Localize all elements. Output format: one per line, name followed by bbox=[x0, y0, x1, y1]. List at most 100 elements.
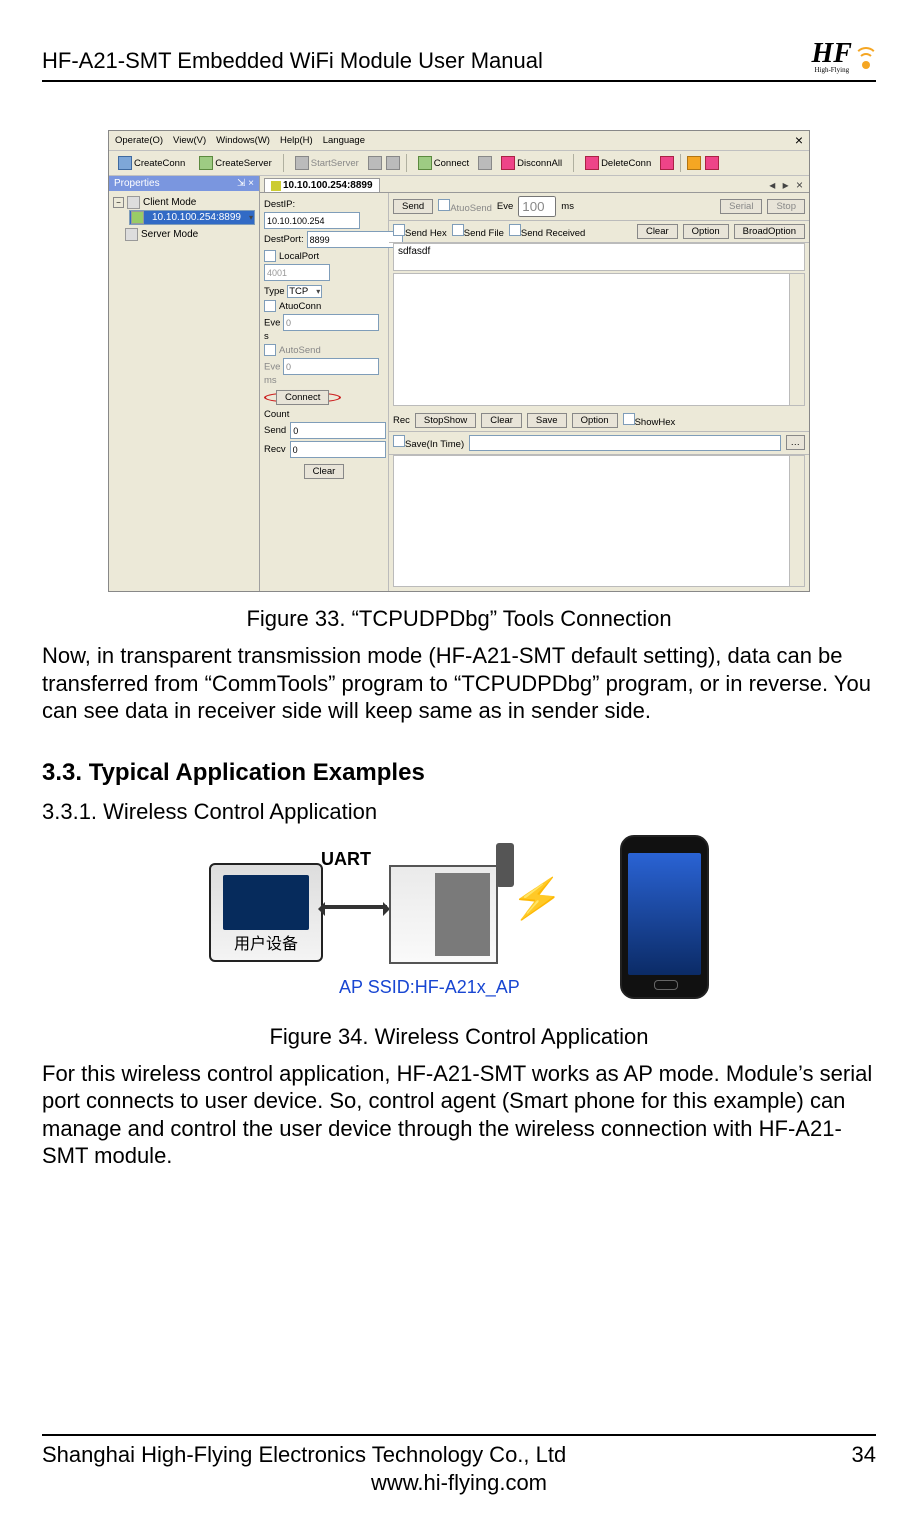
savepath-input[interactable] bbox=[469, 435, 780, 451]
startserver-button[interactable]: StartServer bbox=[290, 154, 364, 172]
section-heading: 3.3. Typical Application Examples bbox=[42, 759, 876, 787]
atuoconn-checkbox[interactable] bbox=[264, 300, 276, 312]
menu-operate[interactable]: Operate(O) bbox=[115, 135, 163, 146]
showhex-checkbox[interactable] bbox=[623, 413, 635, 425]
wifi-icon bbox=[854, 45, 876, 67]
localport-input bbox=[264, 264, 330, 281]
saveintime-checkbox[interactable] bbox=[393, 435, 405, 447]
autosend-checkbox bbox=[264, 344, 276, 356]
form-clear-button[interactable]: Clear bbox=[304, 464, 345, 479]
connect-highlight-icon: Connect bbox=[264, 392, 341, 402]
toolbar-icon[interactable] bbox=[687, 156, 701, 170]
send-option-button[interactable]: Option bbox=[683, 224, 729, 239]
tree-endpoint[interactable]: 10.10.100.254:8899 bbox=[129, 210, 255, 225]
sendhex-checkbox[interactable] bbox=[393, 224, 405, 236]
paragraph-1: Now, in transparent transmission mode (H… bbox=[42, 642, 876, 725]
autosend-label: AutoSend bbox=[279, 345, 321, 356]
send-clear-button[interactable]: Clear bbox=[637, 224, 678, 239]
rec-save-button[interactable]: Save bbox=[527, 413, 567, 428]
ssid-label: AP SSID:HF-A21x_AP bbox=[339, 977, 520, 998]
sendcount-input[interactable] bbox=[290, 422, 386, 439]
toolbar-icon[interactable] bbox=[478, 156, 492, 170]
recvcount-label: Recv bbox=[264, 444, 286, 455]
sendfile-label: Send File bbox=[464, 228, 504, 239]
eve-label: Eve bbox=[264, 318, 280, 329]
figure33-caption: Figure 33. “TCPUDPDbg” Tools Connection bbox=[42, 606, 876, 632]
sendhex-label: Send Hex bbox=[405, 228, 447, 239]
saveintime-label: Save(In Time) bbox=[405, 439, 464, 450]
destport-label: DestPort: bbox=[264, 234, 304, 245]
tab-controls[interactable]: ◂ ▸ × bbox=[769, 178, 805, 192]
send-toolbar-2: Send Hex Send File Send Received Clear O… bbox=[389, 221, 809, 243]
page-number: 34 bbox=[852, 1442, 876, 1468]
eve2-unit: ms bbox=[264, 375, 277, 386]
send-ms-label: ms bbox=[561, 201, 574, 212]
toolbar-icon[interactable] bbox=[368, 156, 382, 170]
recvcount-input[interactable] bbox=[290, 441, 386, 458]
tcpudpdbg-window: Operate(O) View(V) Windows(W) Help(H) La… bbox=[108, 130, 810, 592]
footer-company: Shanghai High-Flying Electronics Technol… bbox=[42, 1442, 566, 1468]
localport-checkbox[interactable] bbox=[264, 250, 276, 262]
serial-button: Serial bbox=[720, 199, 762, 214]
sendfile-checkbox[interactable] bbox=[452, 224, 464, 236]
send-log-area[interactable] bbox=[393, 273, 805, 406]
rec-option-button[interactable]: Option bbox=[572, 413, 618, 428]
menu-windows[interactable]: Windows(W) bbox=[216, 135, 270, 146]
scrollbar[interactable] bbox=[789, 456, 804, 587]
eve-unit: s bbox=[264, 331, 269, 342]
menu-help[interactable]: Help(H) bbox=[280, 135, 313, 146]
connection-form: DestIP: DestPort: LocalPort Type TCP Atu… bbox=[260, 193, 389, 591]
createserver-button[interactable]: CreateServer bbox=[194, 154, 277, 172]
sendreceived-checkbox[interactable] bbox=[509, 224, 521, 236]
form-connect-button[interactable]: Connect bbox=[276, 390, 329, 405]
count-label: Count bbox=[264, 409, 384, 420]
user-device-icon: 用户设备 bbox=[209, 863, 323, 962]
localport-label: LocalPort bbox=[279, 251, 319, 262]
menu-view[interactable]: View(V) bbox=[173, 135, 206, 146]
document-title: HF-A21-SMT Embedded WiFi Module User Man… bbox=[42, 48, 543, 74]
figure34-diagram: 用户设备 UART ⚡ AP SSID:HF-A21x_AP bbox=[209, 835, 709, 1010]
sendreceived-label: Send Received bbox=[521, 228, 585, 239]
send-textarea[interactable]: sdfasdf bbox=[393, 243, 805, 271]
send-button[interactable]: Send bbox=[393, 199, 433, 214]
deleteconn-button[interactable]: DeleteConn bbox=[580, 154, 656, 172]
type-select[interactable]: TCP bbox=[287, 285, 322, 298]
destip-label: DestIP: bbox=[264, 199, 384, 210]
scrollbar[interactable] bbox=[789, 274, 804, 405]
connect-button[interactable]: Connect bbox=[413, 154, 474, 172]
savepath-browse-button[interactable]: … bbox=[786, 435, 806, 450]
menu-language[interactable]: Language bbox=[323, 135, 365, 146]
tree-server-mode[interactable]: Server Mode bbox=[113, 227, 255, 242]
showhex-label: ShowHex bbox=[635, 417, 676, 428]
rec-clear-button[interactable]: Clear bbox=[481, 413, 522, 428]
toolbar-icon[interactable] bbox=[705, 156, 719, 170]
tree-client-mode[interactable]: −Client Mode bbox=[113, 195, 255, 210]
window-close-icon[interactable]: × bbox=[795, 136, 803, 145]
destip-input[interactable] bbox=[264, 212, 360, 229]
eve1-input bbox=[283, 314, 379, 331]
eve2-input bbox=[283, 358, 379, 375]
toolbar-icon[interactable] bbox=[386, 156, 400, 170]
toolbar-icon[interactable] bbox=[660, 156, 674, 170]
figure34-caption: Figure 34. Wireless Control Application bbox=[42, 1024, 876, 1050]
wifi-module-icon bbox=[389, 865, 498, 964]
tab-strip: 10.10.100.254:8899 ◂ ▸ × bbox=[260, 176, 809, 193]
page-footer: Shanghai High-Flying Electronics Technol… bbox=[42, 1434, 876, 1496]
atuosend-checkbox[interactable] bbox=[438, 199, 450, 211]
rec-label: Rec bbox=[393, 415, 410, 426]
wireless-link-icon: ⚡ bbox=[509, 872, 566, 926]
disconnall-button[interactable]: DisconnAll bbox=[496, 154, 567, 172]
logo-subtext: High-Flying bbox=[812, 66, 852, 74]
connection-tab[interactable]: 10.10.100.254:8899 bbox=[264, 178, 380, 192]
stopshow-button[interactable]: StopShow bbox=[415, 413, 476, 428]
uart-label: UART bbox=[321, 849, 371, 870]
receive-toolbar-2: Save(In Time) … bbox=[389, 432, 809, 455]
broadoption-button[interactable]: BroadOption bbox=[734, 224, 805, 239]
send-toolbar: Send AtuoSend Eve ms Serial Stop bbox=[389, 193, 809, 221]
receive-textarea[interactable] bbox=[393, 455, 805, 588]
properties-title: Properties⇲ × bbox=[109, 176, 259, 191]
createconn-button[interactable]: CreateConn bbox=[113, 154, 190, 172]
type-label: Type bbox=[264, 286, 285, 297]
send-eve-label: Eve bbox=[497, 201, 513, 212]
smartphone-icon bbox=[620, 835, 709, 999]
